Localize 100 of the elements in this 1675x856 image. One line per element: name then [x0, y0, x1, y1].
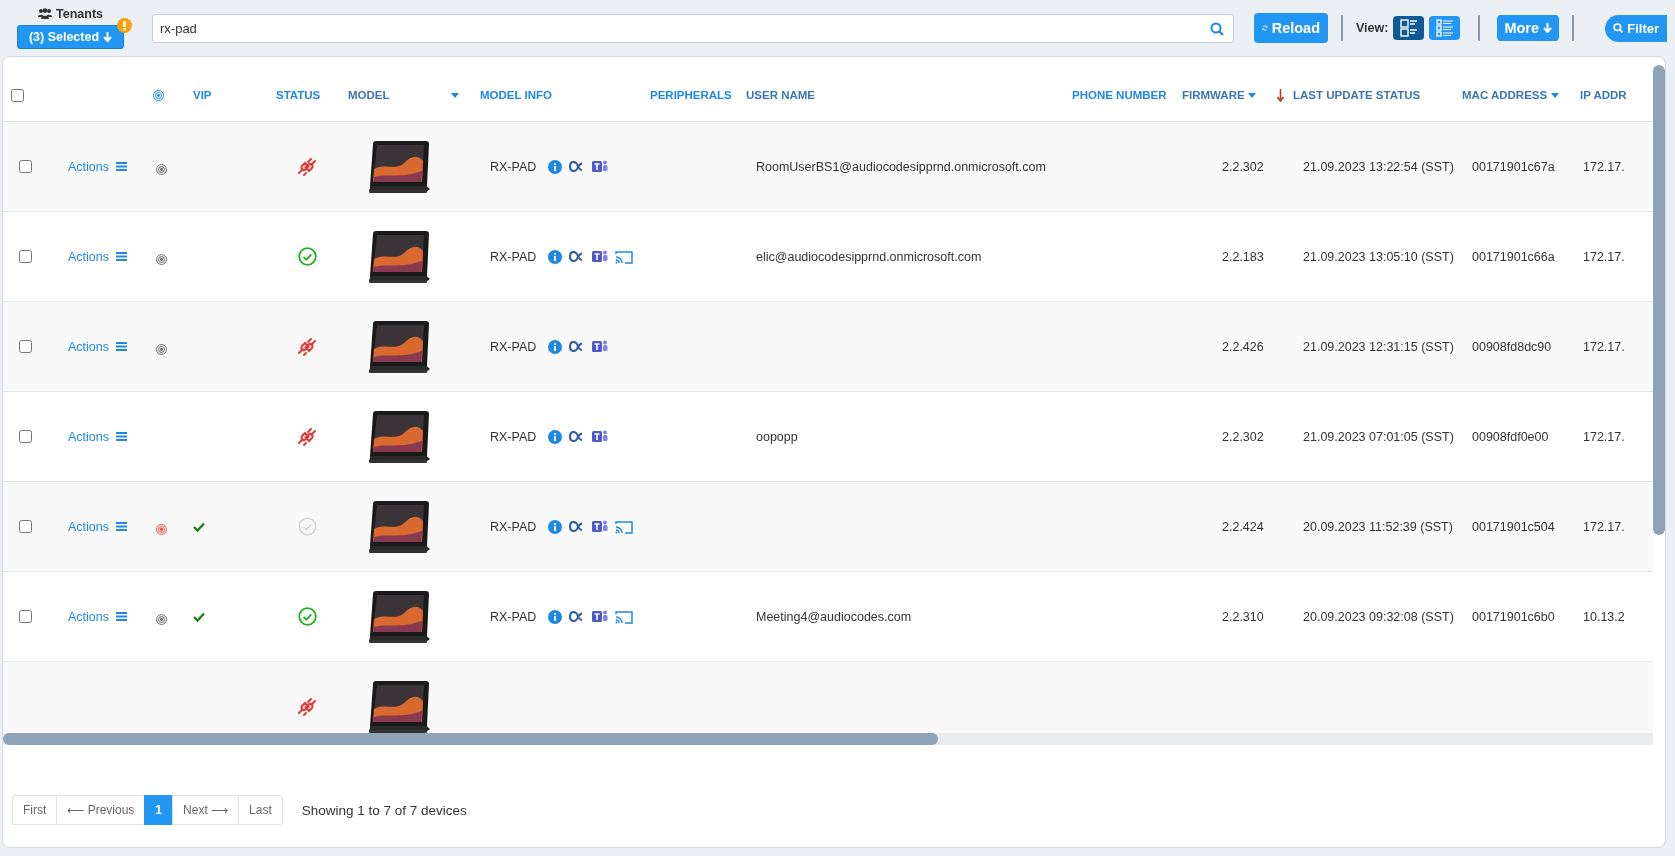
info-icon[interactable]	[548, 249, 563, 264]
arrow-down-icon	[103, 31, 113, 42]
row-checkbox[interactable]	[19, 340, 32, 353]
last-update-time: 21.09.2023 13:05:10 (SST)	[1303, 249, 1454, 264]
search-icon[interactable]	[1210, 21, 1224, 36]
ip-address: 172.17.	[1583, 339, 1625, 354]
menu-icon	[116, 522, 127, 531]
teams-icon[interactable]	[592, 519, 609, 534]
teams-icon[interactable]	[592, 159, 609, 174]
select-all-checkbox[interactable]	[11, 88, 24, 102]
row-checkbox[interactable]	[19, 430, 32, 443]
caret-icon[interactable]	[451, 92, 459, 98]
tenants-selected-button[interactable]: (3) Selected	[17, 24, 124, 49]
column-header[interactable]: MODEL	[348, 89, 390, 101]
last-update-time: 21.09.2023 07:01:05 (SST)	[1303, 429, 1454, 444]
mac-address: 00171901c504	[1472, 519, 1555, 534]
list-view-icon	[1435, 19, 1454, 37]
info-icon[interactable]	[548, 339, 563, 354]
column-header[interactable]: MAC ADDRESS	[1462, 89, 1548, 101]
caret-icon[interactable]	[1248, 92, 1256, 98]
ip-address: 172.17.	[1583, 429, 1625, 444]
row-checkbox[interactable]	[19, 520, 32, 533]
user-name: Meeting4@audiocodes.com	[756, 609, 912, 624]
column-header: MODEL INFO	[480, 89, 552, 101]
search-field[interactable]: rx-pad	[152, 13, 1234, 43]
last-update-time: 20.09.2023 11:52:39 (SST)	[1303, 519, 1453, 534]
last-update-time: 20.09.2023 09:32:08 (SST)	[1303, 609, 1454, 624]
row-checkbox[interactable]	[19, 610, 32, 623]
view-button[interactable]	[1393, 16, 1425, 40]
firmware-version: 2.2.424	[1222, 519, 1264, 534]
model-name: RX-PAD	[490, 609, 537, 624]
mac-address: 00171901c66a	[1472, 249, 1555, 264]
vertical-scrollbar[interactable]	[1653, 65, 1665, 535]
teams-icon[interactable]	[592, 609, 609, 624]
horizontal-scrollbar[interactable]	[3, 733, 938, 745]
model-name: RX-PAD	[490, 429, 537, 444]
actions-menu-button[interactable]: Actions	[68, 339, 127, 354]
pagination-button[interactable]: Next ⟶	[172, 795, 240, 825]
model-name: RX-PAD	[490, 249, 537, 264]
cast-icon[interactable]	[615, 519, 634, 534]
info-icon[interactable]	[548, 609, 563, 624]
search-icon	[1613, 22, 1624, 34]
menu-icon	[116, 432, 127, 441]
pagination-button[interactable]: Last	[238, 795, 283, 825]
info-icon[interactable]	[548, 519, 563, 534]
firmware-version: 2.2.426	[1222, 339, 1264, 354]
target-icon	[153, 89, 164, 101]
ip-address: 172.17.	[1583, 159, 1625, 174]
last-update-time: 21.09.2023 13:22:54 (SST)	[1303, 159, 1454, 174]
actions-menu-button[interactable]: Actions	[68, 249, 127, 264]
model-name: RX-PAD	[490, 339, 537, 354]
column-header: VIP	[193, 89, 212, 101]
ip-address: 10.13.2	[1583, 609, 1625, 624]
menu-icon	[116, 342, 127, 351]
info-icon[interactable]	[548, 429, 563, 444]
actions-menu-button[interactable]: Actions	[68, 159, 127, 174]
actions-menu-button[interactable]: Actions	[68, 609, 127, 624]
user-name: elic@audiocodesipprnd.onmicrosoft.com	[756, 249, 982, 264]
column-header[interactable]: USER NAME	[746, 89, 815, 101]
card-view-icon	[1399, 19, 1418, 37]
teams-icon[interactable]	[592, 429, 609, 444]
caret-icon[interactable]	[1551, 92, 1559, 98]
column-header[interactable]: FIRMWARE	[1182, 89, 1245, 101]
results-summary: Showing 1 to 7 of 7 devices	[301, 802, 467, 818]
firmware-version: 2.2.310	[1222, 609, 1264, 624]
model-name: RX-PAD	[490, 519, 537, 534]
filter-button[interactable]: Filter	[1605, 14, 1668, 42]
column-header[interactable]: LAST UPDATE STATUS	[1293, 89, 1421, 101]
user-name: RoomUserBS1@audiocodesipprnd.onmicrosoft.com	[756, 159, 1046, 174]
reload-button[interactable]: Reload	[1254, 13, 1328, 43]
column-header: STATUS	[276, 89, 321, 101]
pagination-button[interactable]: 1	[144, 795, 174, 825]
row-checkbox[interactable]	[19, 160, 32, 173]
view-button[interactable]	[1429, 16, 1461, 40]
mac-address: 00908fdf0e00	[1472, 429, 1549, 444]
pagination-button[interactable]: ⟵ Previous	[56, 795, 146, 825]
cast-icon[interactable]	[615, 609, 634, 624]
mac-address: 00171901c67a	[1472, 159, 1555, 174]
row-checkbox[interactable]	[19, 250, 32, 263]
info-icon[interactable]	[548, 159, 563, 174]
pagination-button[interactable]: First	[12, 795, 58, 825]
more-button[interactable]: More	[1497, 15, 1560, 41]
actions-menu-button[interactable]: Actions	[68, 519, 127, 534]
view-label: View:	[1356, 21, 1389, 35]
firmware-version: 2.2.302	[1222, 159, 1264, 174]
user-name: oopopp	[756, 429, 798, 444]
teams-icon[interactable]	[592, 339, 609, 354]
actions-menu-button[interactable]: Actions	[68, 429, 127, 444]
ip-address: 172.17.	[1583, 519, 1625, 534]
sort-descending-icon[interactable]	[1277, 88, 1284, 102]
menu-icon	[116, 252, 127, 261]
menu-icon	[116, 162, 127, 171]
arrow-down-icon	[1543, 23, 1553, 33]
tenants-label: Tenants	[56, 6, 103, 21]
firmware-version: 2.2.302	[1222, 429, 1264, 444]
cast-icon[interactable]	[615, 249, 634, 264]
firmware-version: 2.2.183	[1222, 249, 1264, 264]
column-header: PHONE NUMBER	[1072, 89, 1167, 101]
teams-icon[interactable]	[592, 249, 609, 264]
column-header[interactable]: IP ADDR	[1580, 89, 1627, 101]
